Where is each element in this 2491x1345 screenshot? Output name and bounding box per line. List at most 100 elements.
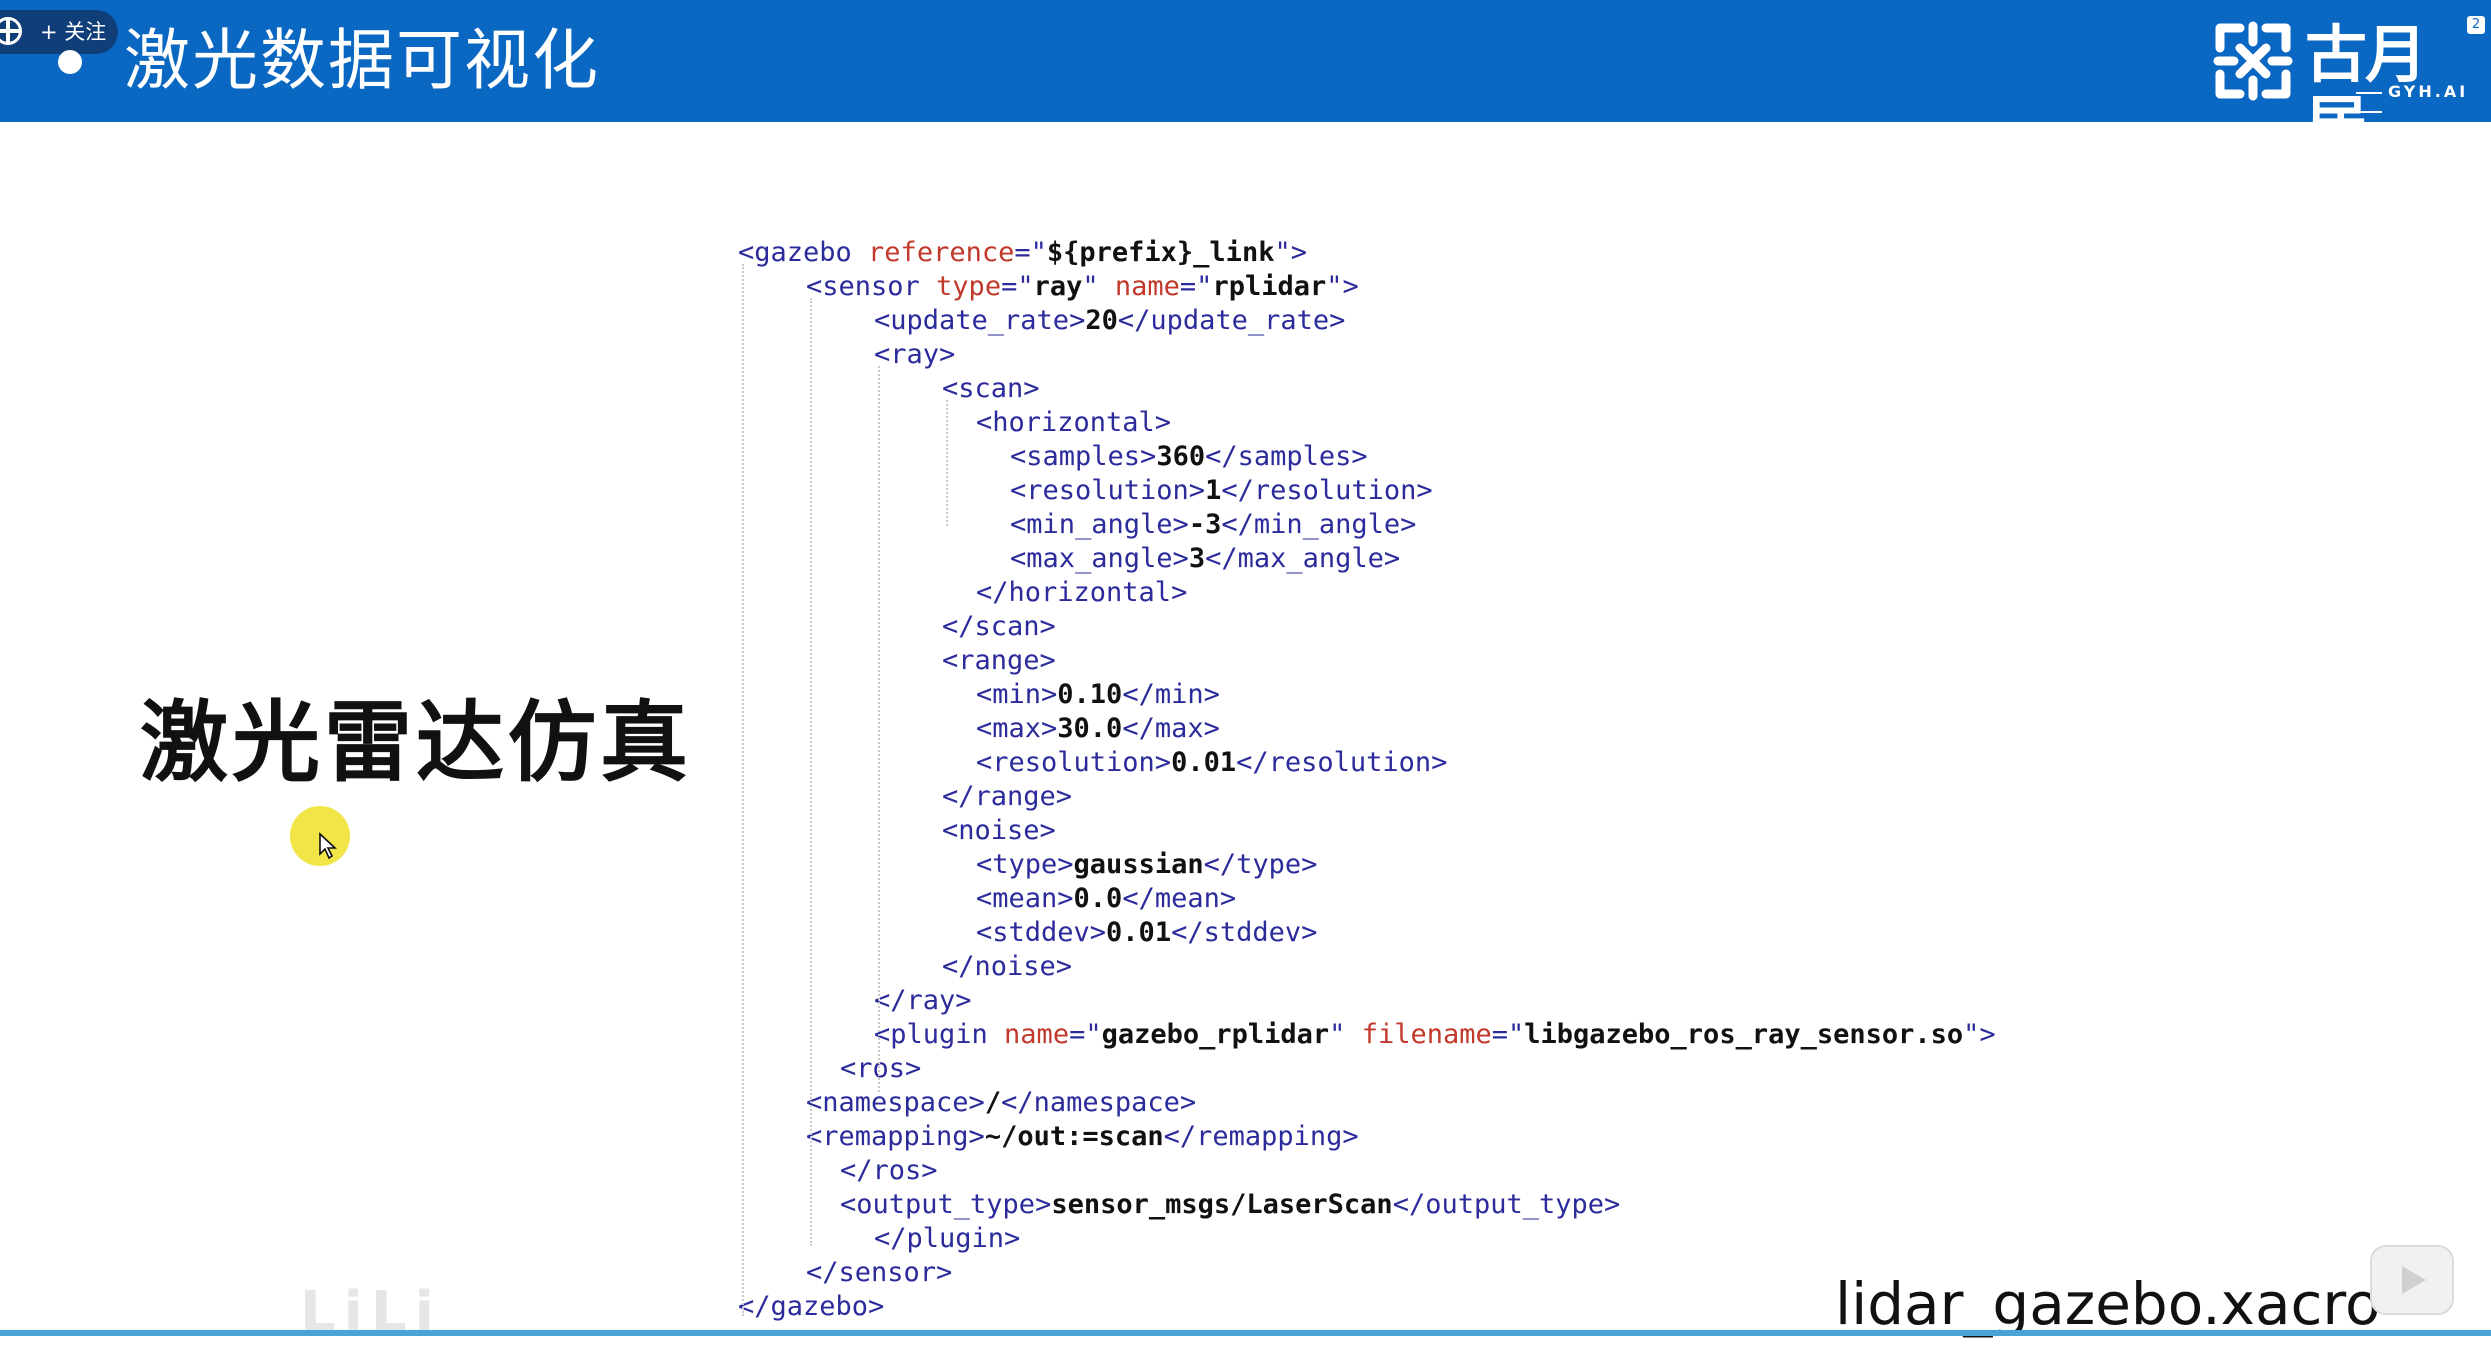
xml-tag: </output_type> <box>1392 1189 1621 1220</box>
play-button[interactable] <box>2370 1245 2454 1315</box>
xml-attribute: reference <box>868 237 1015 268</box>
indent-guide <box>946 400 948 526</box>
xml-tag: </gazebo> <box>738 1291 885 1322</box>
code-line: <noise> <box>942 814 1056 848</box>
xml-tag: " <box>1329 1019 1362 1050</box>
xml-attribute-value: gazebo_rplidar <box>1101 1019 1330 1050</box>
xml-attribute: name <box>1004 1019 1070 1050</box>
xml-tag: <min_angle> <box>1010 509 1189 540</box>
code-line: <resolution>1</resolution> <box>1010 474 1433 508</box>
video-progress-bar[interactable] <box>0 1330 2491 1336</box>
xml-tag: </range> <box>942 781 1073 812</box>
code-line: <type>gaussian</type> <box>976 848 1317 882</box>
file-name-caption: lidar_gazebo.xacro <box>1835 1270 2381 1338</box>
code-line: <mean>0.0</mean> <box>976 882 1236 916</box>
indent-guide <box>742 264 744 1316</box>
xml-attribute: name <box>1114 271 1180 302</box>
follow-button[interactable]: + 关注 <box>0 10 118 54</box>
xml-text-value: 0.0 <box>1073 883 1123 914</box>
code-line: <min_angle>-3</min_angle> <box>1010 508 1416 542</box>
xml-tag: </stddev> <box>1171 917 1318 948</box>
xml-tag: </type> <box>1203 849 1318 880</box>
code-line: <resolution>0.01</resolution> <box>976 746 1447 780</box>
xml-tag: </mean> <box>1122 883 1237 914</box>
slide-title: 激光数据可视化 <box>124 22 600 99</box>
xml-tag: <ray> <box>874 339 956 370</box>
xml-tag: </remapping> <box>1163 1121 1359 1152</box>
xml-tag: </scan> <box>942 611 1056 642</box>
xml-tag: </horizontal> <box>976 577 1188 608</box>
code-line: <range> <box>942 644 1056 678</box>
follow-label: + 关注 <box>40 20 107 44</box>
xml-text-value: 30.0 <box>1057 713 1123 744</box>
xml-tag: =" <box>1014 237 1047 268</box>
xml-tag: "> <box>1326 271 1359 302</box>
xml-attribute-value: rplidar <box>1212 271 1327 302</box>
indent-guide <box>878 366 880 1092</box>
xml-tag: <noise> <box>942 815 1056 846</box>
mouse-pointer-icon <box>319 832 338 860</box>
indent-guide <box>810 298 812 1246</box>
xml-attribute-value: ${prefix}_link <box>1046 237 1275 268</box>
xml-tag: <ros> <box>840 1053 922 1084</box>
xml-tag: </min> <box>1122 679 1220 710</box>
code-line: <gazebo reference="${prefix}_link"> <box>738 236 1307 270</box>
xml-tag: </sensor> <box>806 1257 953 1288</box>
slide-header-bar: + 关注 激光数据可视化 古月居 GYH.AI 2 <box>0 0 2491 160</box>
code-line: <output_type>sensor_msgs/LaserScan</outp… <box>840 1188 1620 1222</box>
xml-text-value: 1 <box>1205 475 1222 506</box>
xml-tag: <update_rate> <box>874 305 1086 336</box>
code-line: <namespace>/</namespace> <box>806 1086 1196 1120</box>
xml-text-value: 20 <box>1085 305 1118 336</box>
xml-attribute-value: libgazebo_ros_ray_sensor.so <box>1524 1019 1964 1050</box>
code-line: </gazebo> <box>738 1290 884 1324</box>
xml-tag: </max_angle> <box>1205 543 1401 574</box>
xml-tag: </plugin> <box>874 1223 1021 1254</box>
xml-tag: =" <box>1491 1019 1525 1050</box>
xml-text-value: 360 <box>1156 441 1206 472</box>
code-line: <sensor type="ray" name="rplidar"> <box>806 270 1359 304</box>
xml-tag: </ros> <box>840 1155 938 1186</box>
xml-tag: </noise> <box>942 951 1073 982</box>
xml-tag: </resolution> <box>1236 747 1448 778</box>
page-badge: 2 <box>2467 16 2485 34</box>
xml-tag: <scan> <box>942 373 1040 404</box>
xml-tag: </resolution> <box>1221 475 1433 506</box>
code-line: <ros> <box>840 1052 921 1086</box>
xml-text-value: gaussian <box>1073 849 1204 880</box>
xml-tag: </max> <box>1122 713 1220 744</box>
xml-tag: <mean> <box>976 883 1074 914</box>
code-line: </sensor> <box>806 1256 952 1290</box>
code-line: <max>30.0</max> <box>976 712 1220 746</box>
logo-mark-icon <box>2213 21 2293 101</box>
code-line: </noise> <box>942 950 1072 984</box>
xml-tag: <sensor <box>806 271 937 302</box>
code-line: </ros> <box>840 1154 938 1188</box>
xml-text-value: / <box>984 1087 1002 1118</box>
xml-text-value: sensor_msgs/LaserScan <box>1051 1189 1393 1220</box>
xml-tag: <range> <box>942 645 1056 676</box>
xml-tag: "> <box>1963 1019 1996 1050</box>
xml-text-value: 0.01 <box>1171 747 1237 778</box>
globe-icon <box>0 17 22 45</box>
xml-tag: <stddev> <box>976 917 1107 948</box>
xml-code-block: <gazebo reference="${prefix}_link"> <sens… <box>738 236 2138 1326</box>
xml-tag: <type> <box>976 849 1074 880</box>
code-line: <ray> <box>874 338 955 372</box>
record-dot-icon <box>58 50 82 74</box>
xml-text-value: ~/out:=scan <box>984 1121 1164 1152</box>
xml-tag: =" <box>1069 1019 1102 1050</box>
xml-tag: <horizontal> <box>976 407 1172 438</box>
code-line: </plugin> <box>874 1222 1020 1256</box>
brand-logo: 古月居 GYH.AI <box>2210 18 2480 160</box>
xml-text-value: -3 <box>1188 509 1222 540</box>
code-line: </ray> <box>874 984 972 1018</box>
xml-text-value: 0.01 <box>1106 917 1172 948</box>
slide-heading: 激光雷达仿真 <box>140 691 693 794</box>
xml-tag: <resolution> <box>1010 475 1206 506</box>
xml-tag: <namespace> <box>806 1087 985 1118</box>
xml-tag: <remapping> <box>806 1121 985 1152</box>
code-line: </scan> <box>942 610 1056 644</box>
xml-tag: </namespace> <box>1001 1087 1197 1118</box>
code-line: <remapping>~/out:=scan</remapping> <box>806 1120 1359 1154</box>
